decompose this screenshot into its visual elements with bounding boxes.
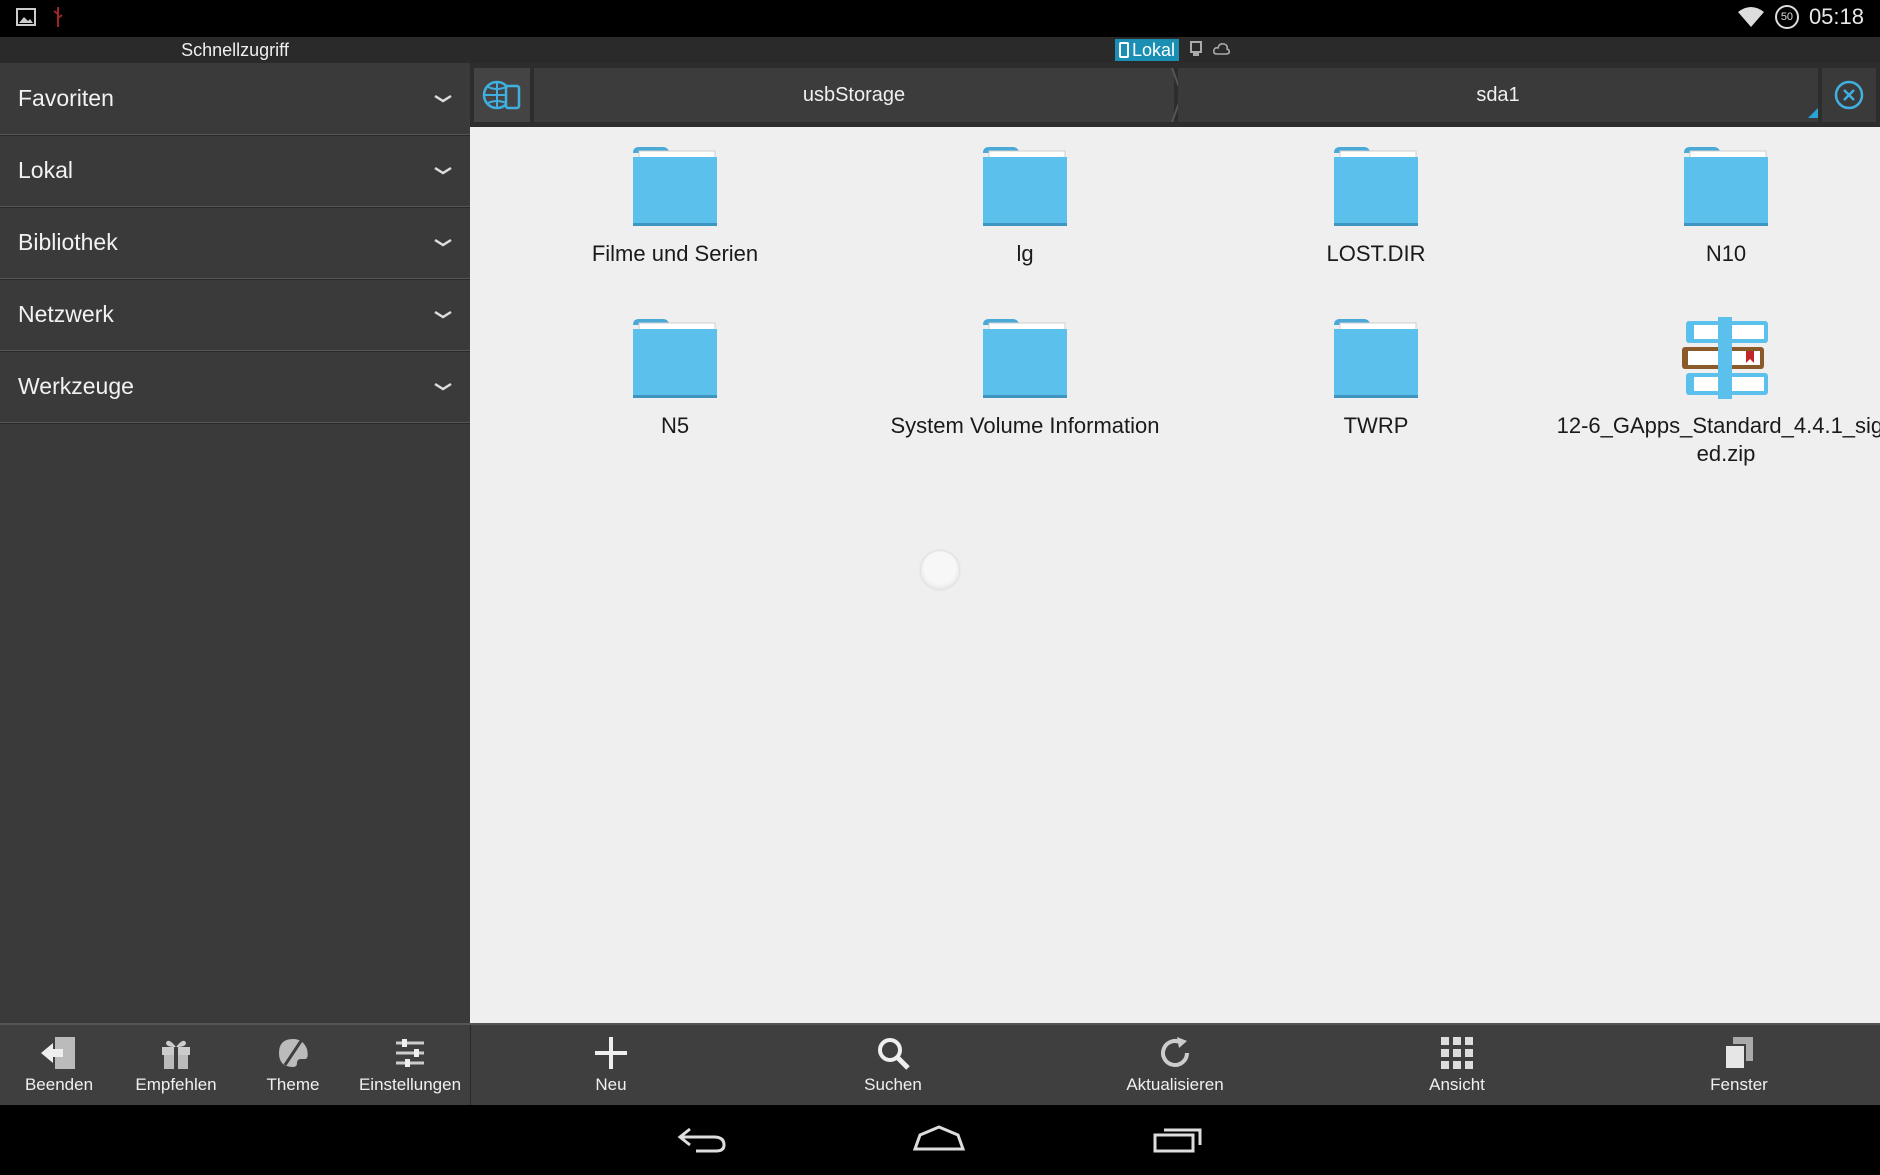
file-name: Filme und Serien [591,241,759,266]
sidebar-item-label: Werkzeuge [18,373,134,399]
search-icon [878,1038,910,1070]
sidebar-item-netzwerk[interactable]: Netzwerk [0,279,470,351]
cloud-icon[interactable] [1213,42,1231,59]
windows-label: Fenster [1710,1075,1768,1094]
refresh-label: Aktualisieren [1126,1075,1224,1094]
chevron-down-icon [434,94,452,102]
back-icon[interactable] [676,1123,728,1155]
file-item-archive[interactable]: 12-6_GApps_Standard_4.4.1_signed.zip [1551,315,1880,468]
breadcrumb-sda1[interactable]: sda1 [1178,68,1818,122]
refresh-button[interactable]: Aktualisieren [1120,1035,1230,1095]
globe-device-icon [482,80,521,110]
path-bar: usbStorage sda1 [470,63,1880,127]
folder-icon [1684,147,1768,226]
sidebar-item-werkzeuge[interactable]: Werkzeuge [0,351,470,423]
image-icon [16,8,36,26]
sidebar: Favoriten Lokal Bibliothek Netzwerk Werk… [0,63,470,1023]
file-item-folder[interactable]: System Volume Information [850,315,1200,440]
sidebar-item-label: Favoriten [18,85,114,111]
breadcrumb-label: sda1 [1476,83,1520,106]
home-icon[interactable] [912,1123,966,1155]
status-bar: 50 05:18 [0,0,1880,37]
sidebar-item-lokal[interactable]: Lokal [0,135,470,207]
view-button[interactable]: Ansicht [1402,1035,1512,1095]
file-item-folder[interactable]: N10 [1551,143,1880,268]
settings-label: Einstellungen [358,1075,462,1094]
folder-icon [983,147,1067,226]
folder-icon [633,319,717,398]
recommend-button[interactable]: Empfehlen [121,1035,231,1095]
sidebar-item-bibliothek[interactable]: Bibliothek [0,207,470,279]
file-name: TWRP [1343,413,1409,438]
grid-icon [1441,1037,1473,1069]
close-window-button[interactable] [1822,68,1876,122]
sidebar-item-favoriten[interactable]: Favoriten [0,63,470,135]
dropdown-corner-icon [1808,108,1818,118]
file-name: lg [1016,241,1034,266]
chevron-down-icon [434,310,452,318]
file-item-folder[interactable]: TWRP [1201,315,1551,440]
storage-switch-button[interactable] [474,68,530,122]
new-label: Neu [595,1075,627,1094]
sidebar-item-label: Lokal [18,157,73,183]
refresh-icon [1161,1037,1189,1067]
loading-spinner [921,551,959,589]
bottom-toolbar: Beenden Empfehlen Theme Einstellungen Ne… [0,1023,1880,1105]
clock: 05:18 [1808,4,1864,29]
folder-icon [1334,319,1418,398]
file-name: N5 [660,413,690,438]
view-label: Ansicht [1429,1075,1485,1094]
gift-icon [162,1040,190,1069]
folder-icon [1334,147,1418,226]
tab-lokal-label: Lokal [1132,39,1176,60]
exit-label: Beenden [24,1075,94,1094]
quick-access-title: Schnellzugriff [181,40,289,60]
system-navigation-bar [0,1105,1880,1175]
exit-icon [41,1037,75,1069]
breadcrumb-label: usbStorage [802,83,906,106]
file-item-folder[interactable]: N5 [500,315,850,440]
usb-icon [53,7,63,27]
battery-indicator: 50 [1774,5,1799,29]
toolbar-divider [470,1025,471,1105]
windows-button[interactable]: Fenster [1684,1035,1794,1095]
wifi-icon [1737,7,1764,27]
plus-icon [595,1037,627,1069]
chevron-down-icon [434,382,452,390]
recent-apps-icon[interactable] [1152,1123,1206,1155]
folder-icon [633,147,717,226]
folder-icon [983,319,1067,398]
file-name: LOST.DIR [1326,241,1426,266]
archive-books-icon [1682,317,1768,399]
file-name: N10 [1705,241,1747,266]
file-name: 12-6_GApps_Standard_4.4.1_signed.zip [1556,413,1880,466]
window-tabs: Lokal [1115,39,1231,61]
file-item-folder[interactable]: lg [850,143,1200,268]
settings-button[interactable]: Einstellungen [355,1035,465,1095]
chevron-down-icon [434,238,452,246]
file-item-folder[interactable]: LOST.DIR [1201,143,1551,268]
windows-icon [1724,1037,1753,1070]
tab-lokal[interactable]: Lokal [1115,39,1180,61]
phone-icon [1119,42,1129,58]
search-button[interactable]: Suchen [838,1035,948,1095]
palette-icon [279,1039,308,1067]
close-icon [1834,80,1864,110]
new-button[interactable]: Neu [556,1035,666,1095]
theme-label: Theme [266,1075,320,1094]
sidebar-item-label: Netzwerk [18,301,114,327]
theme-button[interactable]: Theme [238,1035,348,1095]
chevron-down-icon [434,166,452,174]
quick-access-header: Schnellzugriff Lokal [0,37,1880,63]
device-icon[interactable] [1189,40,1203,60]
search-label: Suchen [864,1075,922,1094]
recommend-label: Empfehlen [135,1075,217,1094]
file-name: System Volume Information [890,413,1160,438]
exit-button[interactable]: Beenden [4,1035,114,1095]
breadcrumb-usbstorage[interactable]: usbStorage [534,68,1174,122]
file-item-folder[interactable]: Filme und Serien [500,143,850,268]
sidebar-item-label: Bibliothek [18,229,118,255]
file-browser: usbStorage sda1 Filme und Serien lg LOST… [470,63,1880,1023]
sliders-icon [396,1039,424,1067]
